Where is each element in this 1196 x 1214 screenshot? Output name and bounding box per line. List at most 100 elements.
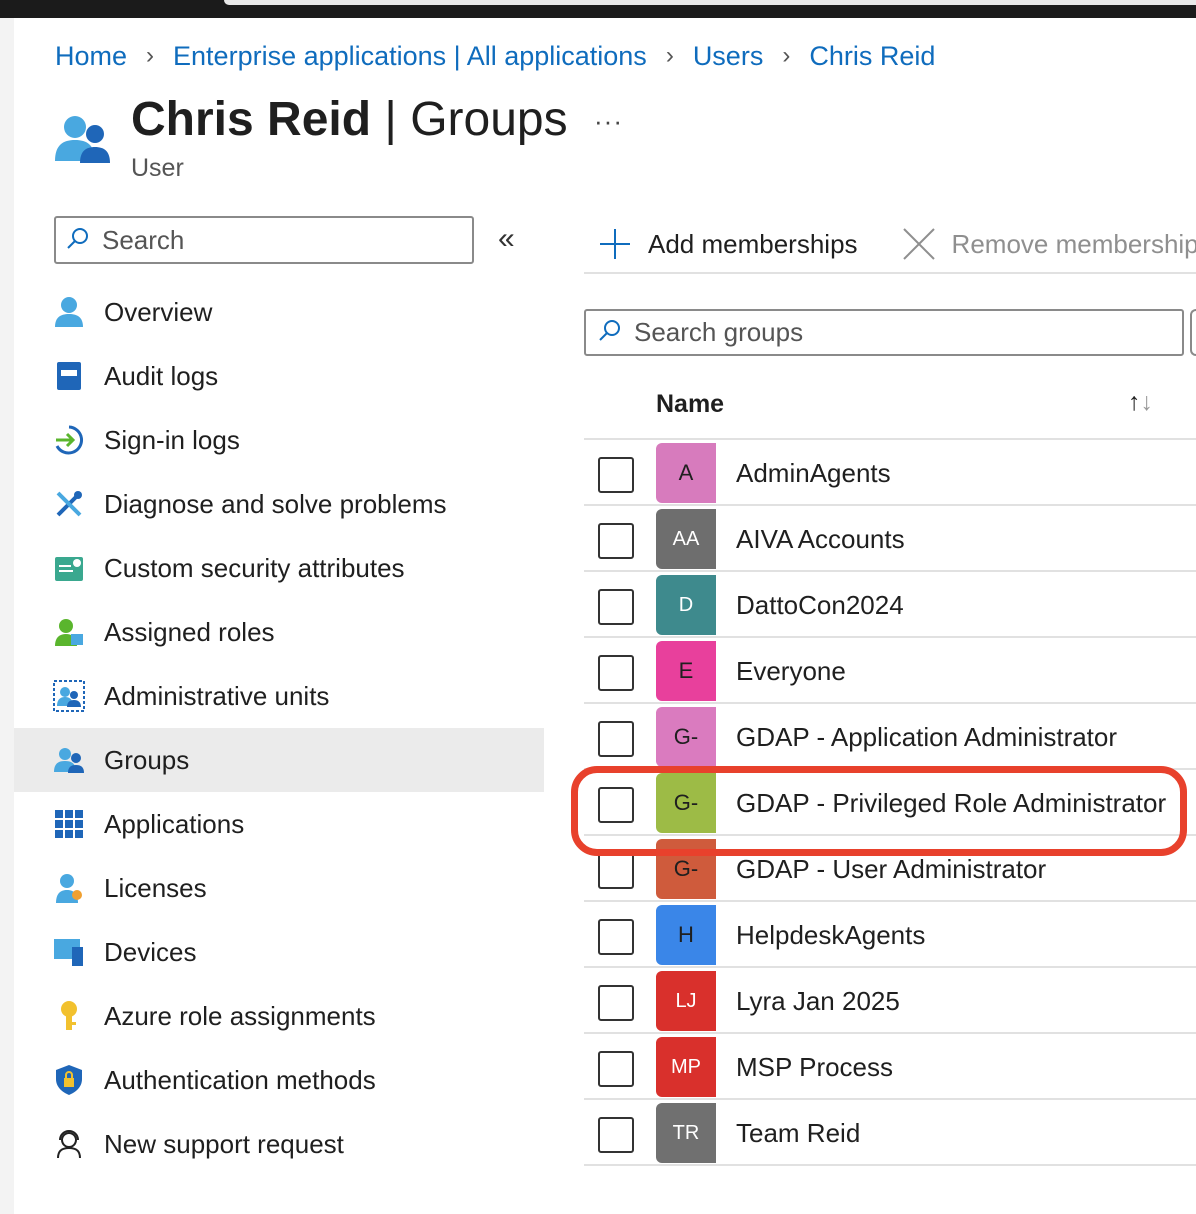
row-checkbox[interactable] — [598, 655, 634, 691]
sidebar-item-devices[interactable]: Devices — [14, 920, 544, 984]
table-row[interactable]: MP MSP Process — [584, 1034, 1196, 1100]
sidebar-search-input[interactable] — [102, 224, 462, 256]
group-avatar: G- — [656, 773, 716, 833]
sidebar-item-sign-in-logs[interactable]: Sign-in logs — [14, 408, 544, 472]
filter-control-edge[interactable] — [1190, 309, 1196, 356]
breadcrumb-home[interactable]: Home — [55, 41, 127, 72]
groups-search-input[interactable] — [634, 317, 1174, 348]
group-name[interactable]: GDAP - User Administrator — [736, 854, 1046, 885]
shield-lock-icon — [52, 1063, 86, 1097]
sort-down-glyph: ↓ — [1140, 388, 1154, 416]
sidebar-item-groups[interactable]: Groups — [14, 728, 544, 792]
breadcrumb-enterprise-applications[interactable]: Enterprise applications | All applicatio… — [173, 41, 647, 72]
sidebar-item-label: Overview — [104, 296, 213, 327]
sidebar-item-label: Custom security attributes — [104, 552, 405, 583]
group-avatar: MP — [656, 1037, 716, 1097]
table-header: Name ↑↓ — [584, 374, 1196, 440]
group-name[interactable]: Lyra Jan 2025 — [736, 986, 900, 1017]
sidebar-item-audit-logs[interactable]: Audit logs — [14, 344, 544, 408]
sidebar-item-label: Devices — [104, 936, 197, 967]
groups-icon — [52, 743, 86, 777]
sidebar-item-licenses[interactable]: Licenses — [14, 856, 544, 920]
row-checkbox[interactable] — [598, 589, 634, 625]
applications-grid-icon — [52, 807, 86, 841]
row-checkbox[interactable] — [598, 721, 634, 757]
sidebar-search-box[interactable] — [54, 216, 474, 264]
row-checkbox[interactable] — [598, 919, 634, 955]
sidebar-item-label: Azure role assignments — [104, 1000, 376, 1031]
group-avatar: D — [656, 575, 716, 635]
sidebar-nav: Overview Audit logs Sign-in logs Diagnos… — [14, 280, 544, 1176]
row-checkbox[interactable] — [598, 457, 634, 493]
sidebar-item-label: Audit logs — [104, 360, 219, 391]
chevron-right-icon: › — [665, 42, 674, 69]
sidebar-item-assigned-roles[interactable]: Assigned roles — [14, 600, 544, 664]
table-row[interactable]: E Everyone — [584, 638, 1196, 704]
sidebar-item-overview[interactable]: Overview — [14, 280, 544, 344]
group-name[interactable]: MSP Process — [736, 1052, 893, 1083]
sidebar-item-authentication-methods[interactable]: Authentication methods — [14, 1048, 544, 1112]
page-subtitle: User — [131, 154, 184, 182]
breadcrumb-user[interactable]: Chris Reid — [809, 41, 935, 72]
remove-memberships-label: Remove memberships — [951, 228, 1196, 259]
browser-tab-edge — [224, 0, 1196, 5]
devices-icon — [52, 935, 86, 969]
breadcrumb: Home › Enterprise applications | All app… — [55, 36, 935, 76]
group-name[interactable]: GDAP - Application Administrator — [736, 722, 1117, 753]
sidebar-item-label: Groups — [104, 744, 190, 775]
remove-memberships-button[interactable]: Remove memberships — [888, 227, 1196, 261]
group-name[interactable]: Team Reid — [736, 1118, 860, 1149]
add-memberships-button[interactable]: Add memberships — [584, 227, 858, 261]
sidebar-item-label: Applications — [104, 808, 245, 839]
plus-icon — [598, 227, 632, 261]
group-name[interactable]: AdminAgents — [736, 458, 891, 489]
breadcrumb-users[interactable]: Users — [693, 41, 764, 72]
page-title-separator: | — [384, 93, 397, 146]
collapse-sidebar-icon[interactable]: « — [498, 222, 515, 256]
sidebar-item-administrative-units[interactable]: Administrative units — [14, 664, 544, 728]
group-name[interactable]: GDAP - Privileged Role Administrator — [736, 788, 1166, 819]
browser-top-bar — [0, 0, 1196, 18]
table-row[interactable]: A AdminAgents — [584, 440, 1196, 506]
column-header-name[interactable]: Name — [656, 390, 724, 419]
sidebar-item-label: Licenses — [104, 872, 207, 903]
row-checkbox[interactable] — [598, 1051, 634, 1087]
table-row[interactable]: LJ Lyra Jan 2025 — [584, 968, 1196, 1034]
table-row[interactable]: G- GDAP - Application Administrator — [584, 704, 1196, 770]
search-icon — [66, 226, 90, 255]
groups-icon — [53, 113, 113, 165]
sidebar-item-applications[interactable]: Applications — [14, 792, 544, 856]
group-name[interactable]: DattoCon2024 — [736, 590, 904, 621]
group-name[interactable]: HelpdeskAgents — [736, 920, 925, 951]
group-avatar: AA — [656, 509, 716, 569]
more-options-button[interactable]: ··· — [594, 106, 623, 137]
groups-search-box[interactable] — [584, 309, 1184, 356]
row-checkbox[interactable] — [598, 853, 634, 889]
support-icon — [52, 1127, 86, 1161]
row-checkbox[interactable] — [598, 1117, 634, 1153]
row-checkbox[interactable] — [598, 985, 634, 1021]
page-title: Chris Reid | Groups — [131, 92, 568, 147]
row-checkbox[interactable] — [598, 523, 634, 559]
key-icon — [52, 999, 86, 1033]
row-checkbox[interactable] — [598, 787, 634, 823]
admin-units-icon — [52, 679, 86, 713]
group-name[interactable]: Everyone — [736, 656, 846, 687]
table-row[interactable]: AA AIVA Accounts — [584, 506, 1196, 572]
group-name[interactable]: AIVA Accounts — [736, 524, 905, 555]
audit-log-icon — [52, 359, 86, 393]
table-row[interactable]: H HelpdeskAgents — [584, 902, 1196, 968]
table-row[interactable]: G- GDAP - Privileged Role Administrator — [584, 770, 1196, 836]
license-icon — [52, 871, 86, 905]
sidebar-item-azure-role-assignments[interactable]: Azure role assignments — [14, 984, 544, 1048]
sidebar-item-custom-security-attributes[interactable]: Custom security attributes — [14, 536, 544, 600]
sort-icon[interactable]: ↑↓ — [1128, 388, 1153, 417]
page-title-section: Groups — [410, 93, 568, 146]
sidebar-item-label: Administrative units — [104, 680, 330, 711]
table-row[interactable]: TR Team Reid — [584, 1100, 1196, 1166]
table-row[interactable]: G- GDAP - User Administrator — [584, 836, 1196, 902]
sidebar-item-diagnose[interactable]: Diagnose and solve problems — [14, 472, 544, 536]
sidebar-item-new-support-request[interactable]: New support request — [14, 1112, 544, 1176]
table-row[interactable]: D DattoCon2024 — [584, 572, 1196, 638]
assigned-roles-icon — [52, 615, 86, 649]
